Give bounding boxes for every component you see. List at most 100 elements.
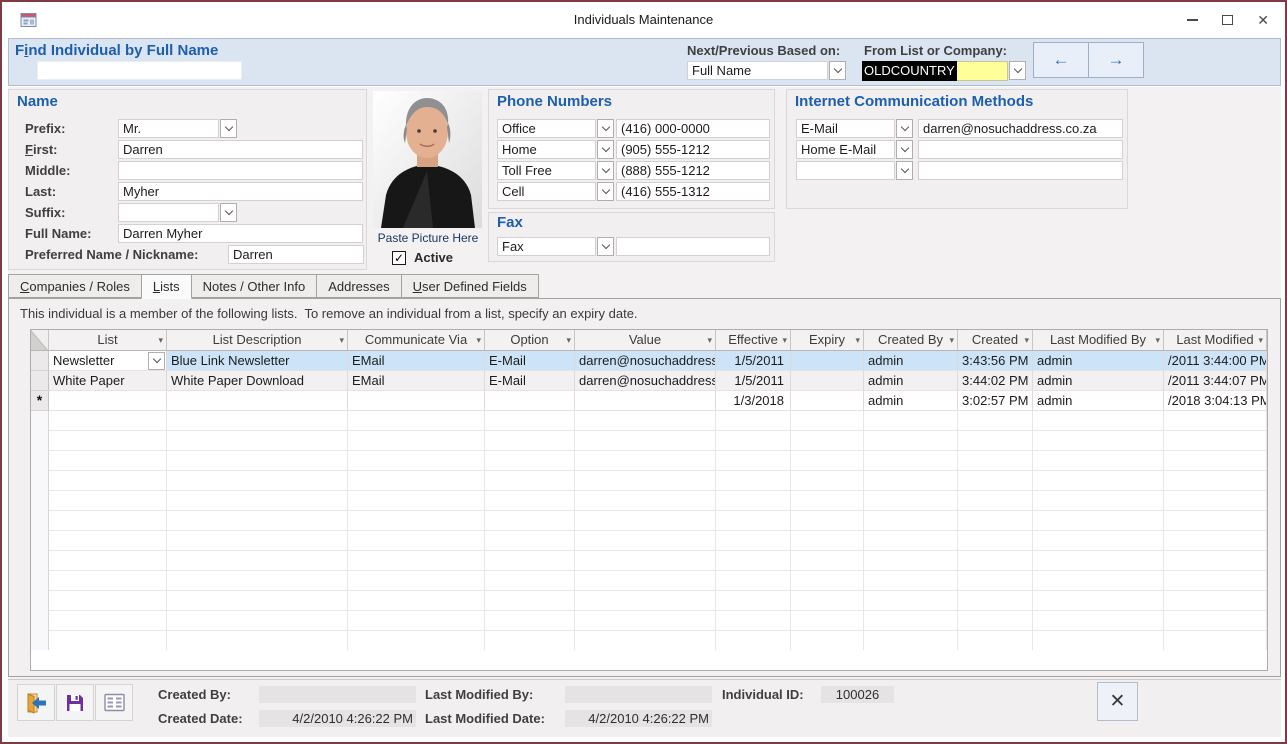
cell-created-by[interactable]: admin — [864, 351, 958, 371]
phone-type-value[interactable]: Toll Free — [497, 161, 596, 180]
prefix-value[interactable]: Mr. — [118, 119, 219, 138]
cell-option[interactable]: E-Mail — [485, 351, 575, 371]
tab-notes-other-info[interactable]: Notes / Other Info — [191, 274, 318, 298]
phone-type-combo[interactable]: Toll Free — [497, 161, 614, 180]
chevron-down-icon[interactable] — [597, 161, 614, 180]
cell-last-modified[interactable]: /2018 3:04:13 PM — [1164, 391, 1267, 411]
fax-type-value[interactable]: Fax — [497, 237, 596, 256]
fax-type-combo[interactable]: Fax — [497, 237, 614, 256]
phone-number-field[interactable]: (888) 555-1212 — [616, 161, 770, 180]
new-record-icon[interactable]: * — [31, 391, 49, 411]
cell-created-by[interactable]: admin — [864, 371, 958, 391]
tab-user-defined-fields[interactable]: User Defined Fields — [401, 274, 539, 298]
next-previous-combo[interactable]: Full Name — [687, 61, 846, 80]
prefix-combo[interactable]: Mr. — [118, 119, 237, 138]
preferred-name-field[interactable]: Darren — [228, 245, 364, 264]
chevron-down-icon[interactable] — [896, 140, 913, 159]
row-selector[interactable] — [31, 351, 49, 371]
cell-created[interactable]: 3:43:56 PM — [958, 351, 1033, 371]
column-header-effective[interactable]: Effective▾ — [716, 330, 791, 351]
cell-last-modified-by[interactable]: admin — [1033, 351, 1164, 371]
tab-lists[interactable]: Lists — [141, 274, 192, 299]
cell-created[interactable]: 3:02:57 PM — [958, 391, 1033, 411]
next-previous-value[interactable]: Full Name — [687, 61, 828, 80]
exit-button[interactable] — [17, 684, 55, 721]
chevron-down-icon[interactable] — [1009, 61, 1026, 80]
individual-photo[interactable] — [373, 91, 482, 228]
cell-created[interactable]: 3:44:02 PM — [958, 371, 1033, 391]
phone-type-value[interactable]: Office — [497, 119, 596, 138]
column-header-created[interactable]: Created▾ — [958, 330, 1033, 351]
first-name-field[interactable]: Darren — [118, 140, 363, 159]
phone-type-combo[interactable]: Office — [497, 119, 614, 138]
filter-arrow-icon[interactable]: ▾ — [855, 330, 860, 350]
chevron-down-icon[interactable] — [597, 237, 614, 256]
filter-arrow-icon[interactable]: ▾ — [158, 330, 163, 350]
save-button[interactable] — [56, 684, 94, 721]
tab-companies-roles[interactable]: Companies / Roles — [8, 274, 142, 298]
close-icon[interactable]: ✕ — [1257, 13, 1269, 27]
phone-number-field[interactable]: (416) 555-1312 — [616, 182, 770, 201]
phone-type-value[interactable]: Home — [497, 140, 596, 159]
middle-name-field[interactable] — [118, 161, 363, 180]
cell-expiry[interactable] — [791, 391, 864, 411]
chevron-down-icon[interactable] — [597, 182, 614, 201]
cell-value[interactable]: darren@nosuchaddress — [575, 371, 716, 391]
datasheet-view-button[interactable] — [95, 684, 133, 721]
phone-type-value[interactable]: Cell — [497, 182, 596, 201]
filter-arrow-icon[interactable]: ▾ — [339, 330, 344, 350]
next-record-button[interactable]: → — [1088, 42, 1144, 78]
cell-communicate-via[interactable]: EMail — [348, 351, 485, 371]
row-selector[interactable] — [31, 371, 49, 391]
phone-type-combo[interactable]: Home — [497, 140, 614, 159]
filter-arrow-icon[interactable]: ▾ — [1155, 330, 1160, 350]
column-header-option[interactable]: Option▾ — [485, 330, 575, 351]
chevron-down-icon[interactable] — [220, 203, 237, 222]
chevron-down-icon[interactable] — [896, 161, 913, 180]
chevron-down-icon[interactable] — [148, 352, 165, 370]
filter-arrow-icon[interactable]: ▾ — [1258, 330, 1263, 350]
cell-expiry[interactable] — [791, 371, 864, 391]
internet-address-field[interactable] — [918, 161, 1123, 180]
column-header-expiry[interactable]: Expiry▾ — [791, 330, 864, 351]
datasheet-corner[interactable] — [31, 330, 49, 351]
chevron-down-icon[interactable] — [829, 61, 846, 80]
column-header-last-modified[interactable]: Last Modified▾ — [1164, 330, 1267, 351]
maximize-icon[interactable] — [1222, 15, 1233, 25]
column-header-last-modified-by[interactable]: Last Modified By▾ — [1033, 330, 1164, 351]
close-form-button[interactable]: ✕ — [1097, 682, 1138, 721]
phone-number-field[interactable]: (416) 000-0000 — [616, 119, 770, 138]
column-header-list[interactable]: List▾ — [49, 330, 167, 351]
phone-number-field[interactable]: (905) 555-1212 — [616, 140, 770, 159]
tab-addresses[interactable]: Addresses — [316, 274, 401, 298]
suffix-combo[interactable] — [118, 203, 237, 222]
column-header-created-by[interactable]: Created By▾ — [864, 330, 958, 351]
full-name-field[interactable]: Darren Myher — [118, 224, 363, 243]
cell-effective[interactable]: 1/5/2011 — [716, 371, 791, 391]
active-checkbox[interactable]: ✓ — [392, 251, 406, 265]
previous-record-button[interactable]: ← — [1033, 42, 1089, 78]
column-header-communicate-via[interactable]: Communicate Via▾ — [348, 330, 485, 351]
filter-arrow-icon[interactable]: ▾ — [949, 330, 954, 350]
internet-address-field[interactable] — [918, 140, 1123, 159]
find-individual-input[interactable] — [37, 61, 242, 80]
internet-type-combo[interactable] — [796, 161, 913, 180]
filter-arrow-icon[interactable]: ▾ — [782, 330, 787, 350]
cell-last-modified[interactable]: /2011 3:44:00 PM — [1164, 351, 1267, 371]
cell-created-by[interactable]: admin — [864, 391, 958, 411]
cell-list-description[interactable]: White Paper Download — [167, 371, 348, 391]
column-header-list-description[interactable]: List Description▾ — [167, 330, 348, 351]
cell-last-modified[interactable]: /2011 3:44:07 PM — [1164, 371, 1267, 391]
internet-type-value[interactable]: E-Mail — [796, 119, 895, 138]
cell-list-description[interactable] — [167, 391, 348, 411]
cell-list[interactable]: Newsletter — [49, 351, 167, 371]
cell-option[interactable]: E-Mail — [485, 371, 575, 391]
filter-arrow-icon[interactable]: ▾ — [566, 330, 571, 350]
chevron-down-icon[interactable] — [597, 119, 614, 138]
internet-type-combo[interactable]: Home E-Mail — [796, 140, 913, 159]
from-list-selected-value[interactable]: OLDCOUNTRY — [862, 61, 957, 81]
internet-type-combo[interactable]: E-Mail — [796, 119, 913, 138]
filter-arrow-icon[interactable]: ▾ — [1024, 330, 1029, 350]
cell-list-description[interactable]: Blue Link Newsletter — [167, 351, 348, 371]
column-header-value[interactable]: Value▾ — [575, 330, 716, 351]
